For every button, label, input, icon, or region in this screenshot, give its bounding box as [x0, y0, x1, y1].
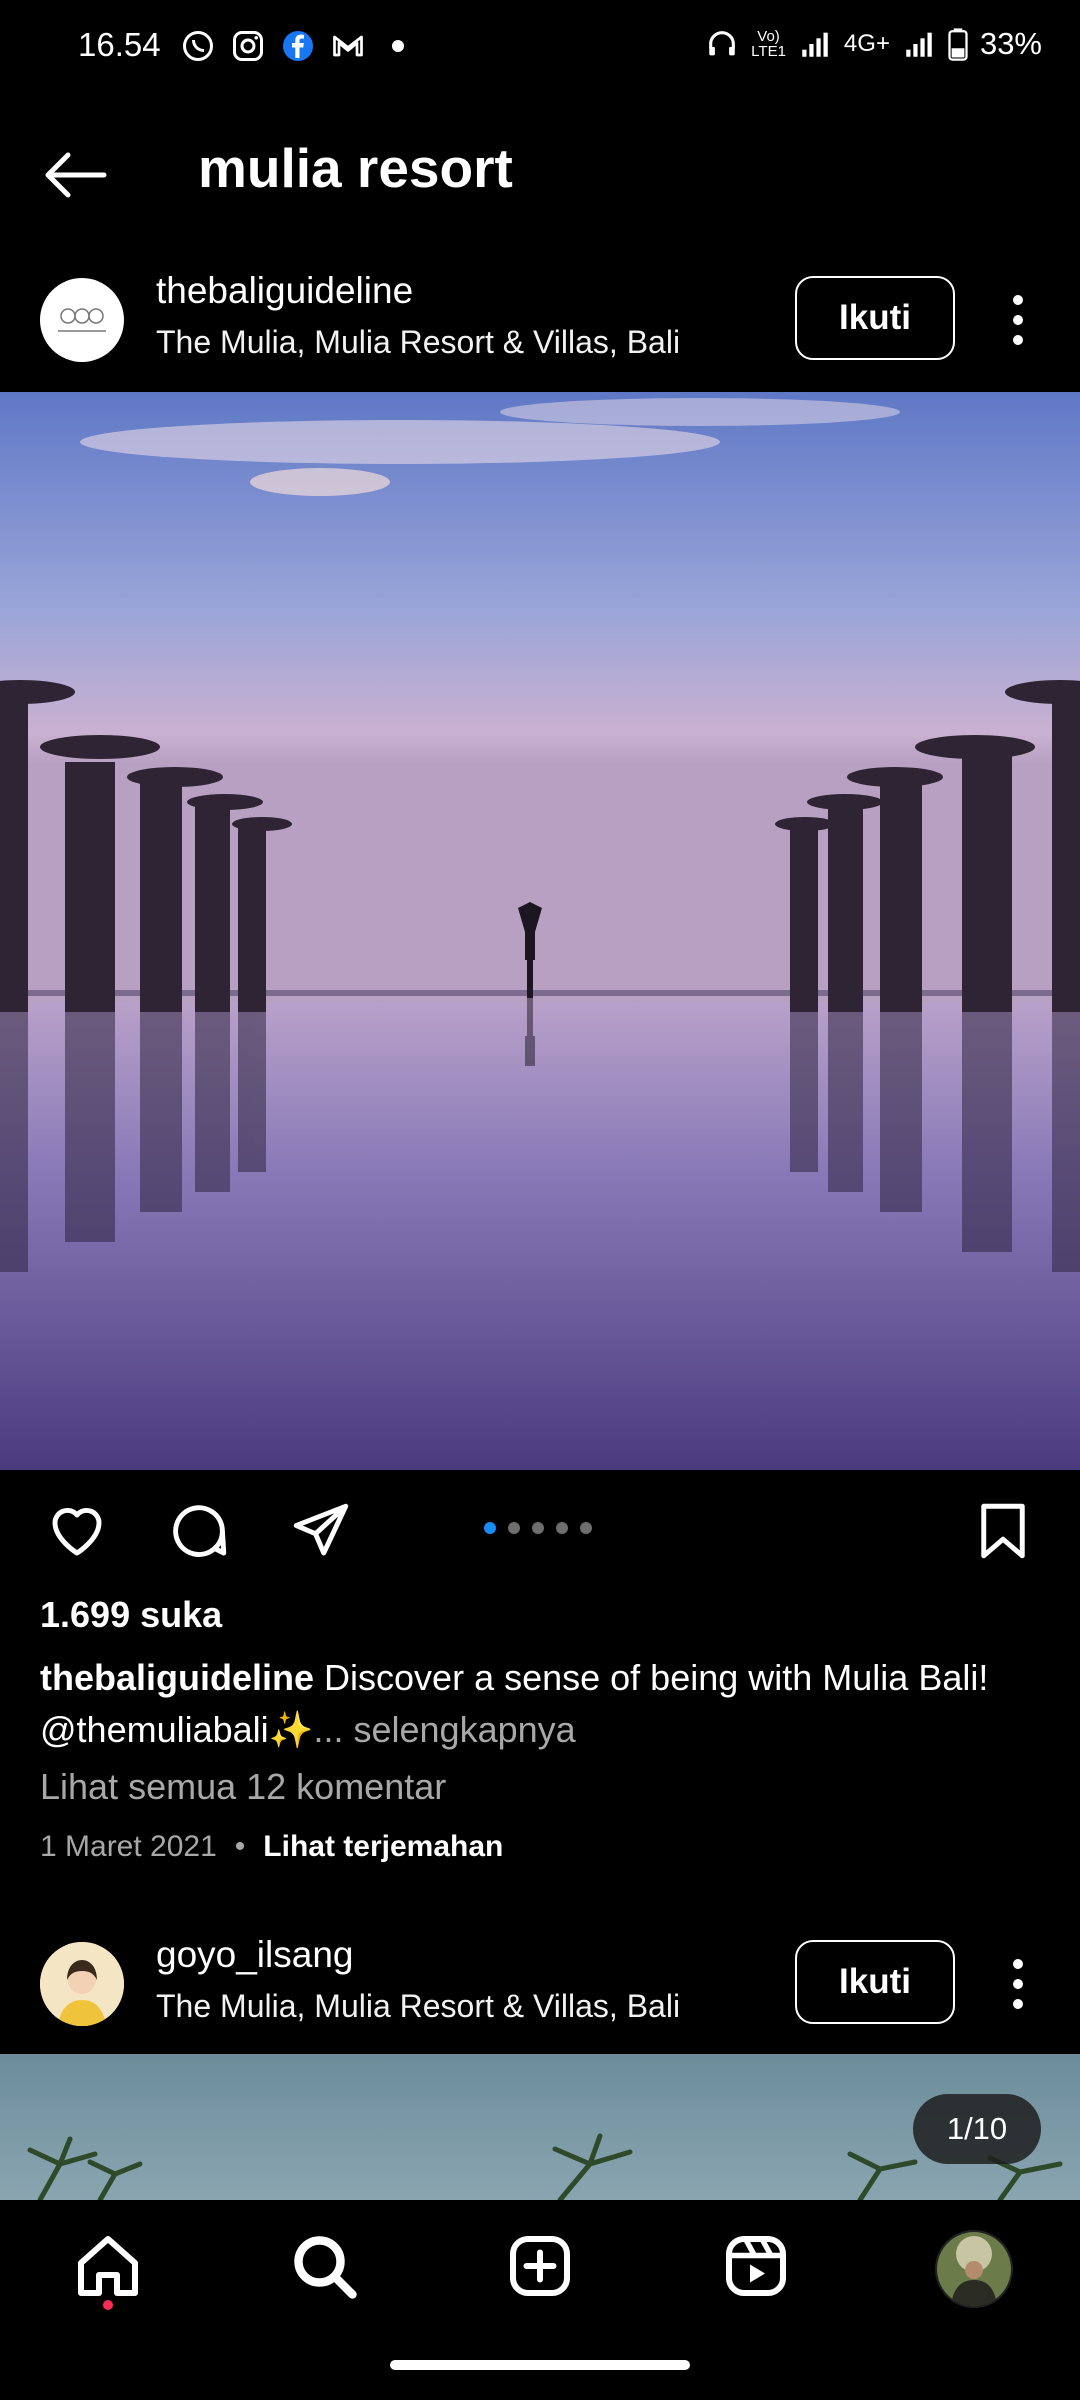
search-icon[interactable] [288, 2230, 360, 2302]
see-translation-link[interactable]: Lihat terjemahan [263, 1830, 503, 1864]
notification-dot [103, 2300, 113, 2310]
likes-count[interactable]: 1.699 suka [40, 1594, 222, 1636]
post-date: 1 Maret 2021 [40, 1830, 217, 1863]
see-more-link[interactable]: ... selengkapnya [313, 1709, 575, 1750]
comment-icon[interactable] [166, 1498, 232, 1564]
profile-avatar[interactable] [935, 2230, 1013, 2308]
carousel-counter: 1/10 [913, 2094, 1041, 2164]
post-image[interactable] [0, 392, 1080, 1470]
avatar[interactable] [40, 278, 124, 362]
volte-icon: Vo) LTE1 [751, 28, 786, 60]
more-options-icon[interactable] [1000, 292, 1036, 348]
bottom-navigation [0, 2200, 1080, 2400]
profile-photo [937, 2232, 1011, 2306]
signal-icon-2 [906, 32, 932, 57]
user-avatar-photo [40, 1942, 124, 2026]
instagram-icon [233, 31, 263, 61]
post-location[interactable]: The Mulia, Mulia Resort & Villas, Bali [156, 1988, 680, 2025]
reels-icon[interactable] [720, 2230, 792, 2302]
caption-username[interactable]: thebaliguideline [40, 1657, 314, 1698]
system-icons: Vo) LTE1 4G+ 33% [705, 26, 1042, 62]
post-actions [0, 1470, 1080, 1590]
more-options-icon[interactable] [1000, 1956, 1036, 2012]
carousel-dot [580, 1522, 592, 1534]
headphones-icon [709, 31, 736, 56]
gmail-icon [333, 35, 363, 57]
arrow-left-icon[interactable] [40, 150, 110, 200]
signal-icon [802, 32, 828, 57]
home-icon[interactable] [72, 2230, 144, 2302]
bookmark-icon[interactable] [970, 1498, 1036, 1564]
notification-icons [180, 28, 416, 64]
meta-separator: • [234, 1830, 246, 1863]
create-icon[interactable] [504, 2230, 576, 2302]
network-type: 4G+ [843, 30, 890, 57]
carousel-dot [508, 1522, 520, 1534]
battery-level: 33% [979, 26, 1042, 61]
post-caption[interactable]: thebaliguideline Discover a sense of bei… [40, 1652, 1050, 1756]
carousel-indicator [484, 1522, 592, 1534]
follow-button[interactable]: Ikuti [795, 276, 955, 360]
dot-icon [392, 40, 404, 52]
carousel-dot [484, 1522, 496, 1534]
gesture-handle[interactable] [390, 2360, 690, 2370]
status-time: 16.54 [78, 26, 161, 63]
post-meta: 1 Maret 2021 • Lihat terjemahan [40, 1830, 503, 1864]
follow-button[interactable]: Ikuti [795, 1940, 955, 2024]
battery-icon [948, 28, 968, 61]
whatsapp-icon [183, 31, 213, 61]
carousel-dot [532, 1522, 544, 1534]
carousel-dot [556, 1522, 568, 1534]
share-icon[interactable] [288, 1498, 354, 1564]
page-title: mulia resort [198, 137, 513, 199]
avatar[interactable] [40, 1942, 124, 2026]
heart-icon[interactable] [44, 1498, 110, 1564]
post-header: goyo_ilsang The Mulia, Mulia Resort & Vi… [0, 1914, 1080, 2054]
post-location[interactable]: The Mulia, Mulia Resort & Villas, Bali [156, 324, 680, 361]
post-username[interactable]: thebaliguideline [156, 270, 413, 312]
post-header: thebaliguideline The Mulia, Mulia Resort… [0, 250, 1080, 390]
view-comments-link[interactable]: Lihat semua 12 komentar [40, 1766, 446, 1808]
brand-logo [58, 308, 106, 332]
top-app-bar: mulia resort [0, 110, 1080, 230]
post-username[interactable]: goyo_ilsang [156, 1934, 353, 1976]
yoga-sunset-photo [0, 392, 1080, 1470]
status-bar: 16.54 Vo) LTE1 4G+ 33% [0, 0, 1080, 96]
facebook-icon [283, 31, 313, 61]
